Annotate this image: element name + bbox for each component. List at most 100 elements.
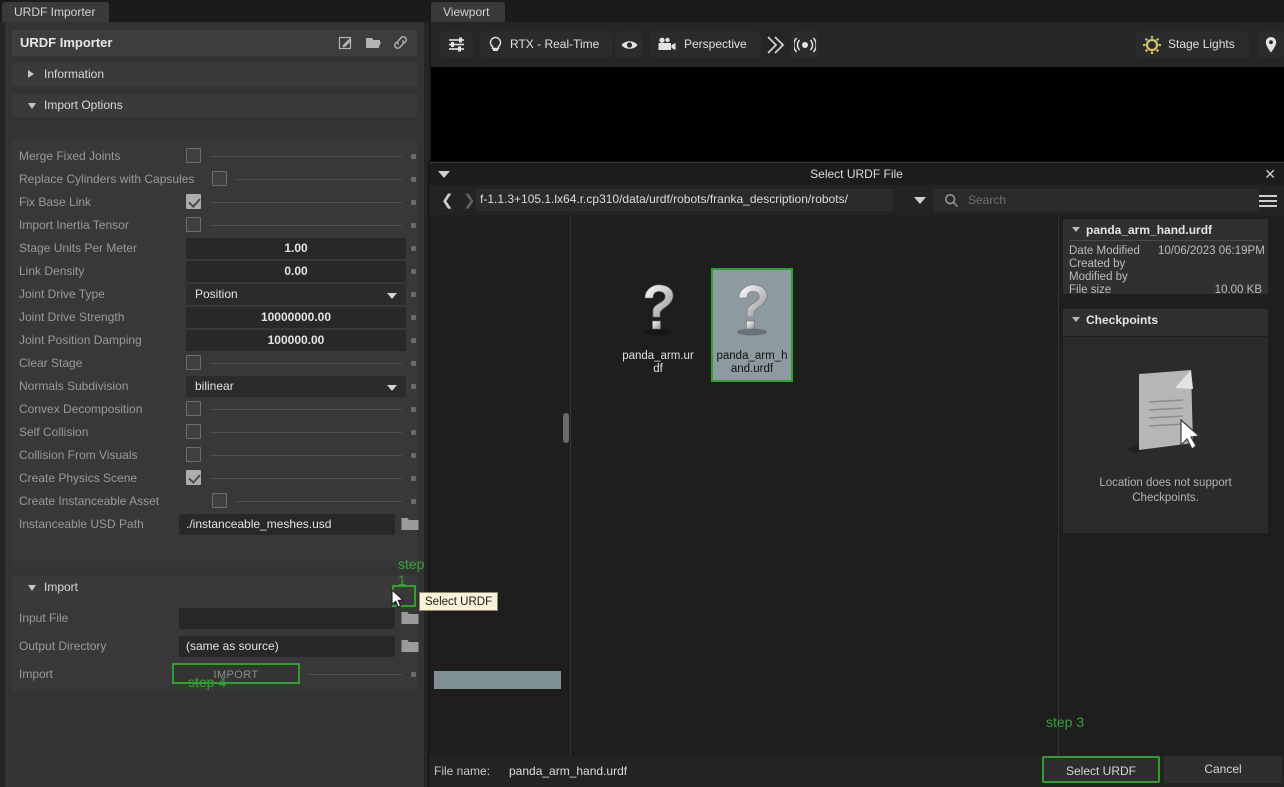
- option-checkbox[interactable]: [186, 355, 201, 370]
- path-dropdown-caret-icon[interactable]: [914, 197, 926, 204]
- option-checkbox[interactable]: [186, 194, 201, 209]
- option-reset-dot[interactable]: [411, 246, 416, 251]
- file-item[interactable]: panda_arm.urdf: [619, 270, 697, 380]
- option-dropdown[interactable]: Position: [186, 284, 406, 305]
- option-checkbox[interactable]: [186, 470, 201, 485]
- option-checkbox[interactable]: [212, 493, 227, 508]
- file-item-inner[interactable]: panda_arm_hand.urdf: [711, 268, 793, 382]
- file-info-card: panda_arm_hand.urdf Date Modified 10/06/…: [1063, 219, 1268, 296]
- double-chevron-icon[interactable]: [764, 34, 786, 61]
- option-reset-dot[interactable]: [411, 338, 416, 343]
- sidebar-selected-item[interactable]: [434, 671, 561, 689]
- link-icon[interactable]: [392, 34, 409, 51]
- option-checkbox[interactable]: [212, 171, 227, 186]
- option-path-browse-button[interactable]: [401, 516, 419, 532]
- file-item[interactable]: panda_arm_hand.urdf: [711, 268, 793, 382]
- tooltip: Select URDF: [419, 592, 499, 611]
- option-checkbox[interactable]: [186, 148, 201, 163]
- unknown-file-icon: [713, 272, 791, 350]
- path-input[interactable]: f-1.1.3+105.1.lx64.r.cp310/data/urdf/rob…: [476, 189, 894, 211]
- dialog-sidebar[interactable]: [432, 215, 571, 755]
- option-reset-dot[interactable]: [411, 200, 416, 205]
- option-reset-dot[interactable]: [411, 499, 416, 504]
- viewport-settings-button[interactable]: [440, 31, 473, 58]
- option-reset-dot[interactable]: [411, 384, 416, 389]
- chevron-left-icon[interactable]: ❮: [441, 193, 454, 208]
- option-label: Stage Units Per Meter: [19, 241, 138, 255]
- option-reset-dot[interactable]: [411, 223, 416, 228]
- step4-label: step 4: [188, 674, 227, 690]
- hamburger-icon[interactable]: [1259, 195, 1277, 208]
- option-track: [236, 501, 402, 502]
- section-import-options[interactable]: Import Options: [12, 94, 417, 117]
- option-row: Clear Stage: [12, 352, 417, 375]
- option-number-field[interactable]: 0.00: [186, 261, 406, 282]
- checkpoints-header[interactable]: Checkpoints: [1063, 309, 1268, 330]
- select-urdf-button[interactable]: Select URDF: [1042, 756, 1160, 783]
- option-label: Clear Stage: [19, 356, 83, 370]
- option-reset-dot[interactable]: [411, 154, 416, 159]
- option-reset-dot[interactable]: [411, 361, 416, 366]
- file-item-label: panda_arm_hand.urdf: [716, 350, 788, 375]
- option-path-field[interactable]: ./instanceable_meshes.usd: [179, 514, 395, 535]
- chevron-down-icon: [28, 103, 36, 109]
- option-reset-dot[interactable]: [411, 430, 416, 435]
- visibility-button[interactable]: [615, 31, 643, 58]
- file-item-inner[interactable]: panda_arm.urdf: [619, 270, 697, 380]
- detail-label: File size: [1069, 284, 1112, 296]
- option-label: Joint Position Damping: [19, 333, 142, 347]
- search-input[interactable]: Search: [934, 189, 1259, 212]
- option-checkbox[interactable]: [186, 217, 201, 232]
- section-import-label: Import: [44, 580, 79, 594]
- option-dropdown[interactable]: bilinear: [186, 376, 406, 397]
- section-import[interactable]: Import: [12, 576, 417, 599]
- open-folder-icon[interactable]: [365, 34, 382, 51]
- location-pin-button[interactable]: [1257, 31, 1284, 58]
- option-checkbox[interactable]: [186, 424, 201, 439]
- checkpoints-title: Checkpoints: [1086, 313, 1159, 327]
- output-directory-field[interactable]: (same as source): [179, 636, 395, 657]
- option-reset-dot[interactable]: [411, 453, 416, 458]
- location-pin-icon: [1264, 36, 1278, 54]
- option-reset-dot[interactable]: [411, 315, 416, 320]
- option-reset-dot[interactable]: [411, 177, 416, 182]
- option-checkbox[interactable]: [186, 447, 201, 462]
- option-row: Convex Decomposition: [12, 398, 417, 421]
- option-checkbox[interactable]: [186, 401, 201, 416]
- tab-urdf-importer[interactable]: URDF Importer: [2, 2, 110, 22]
- edit-icon[interactable]: [338, 34, 355, 51]
- camera-button[interactable]: Perspective: [650, 31, 761, 58]
- output-directory-browse-button[interactable]: [401, 638, 419, 654]
- renderer-label: RTX - Real-Time: [510, 37, 600, 51]
- option-reset-dot[interactable]: [411, 476, 416, 481]
- viewport-tabbar: Viewport: [429, 0, 1284, 22]
- section-information[interactable]: Information: [12, 63, 417, 86]
- input-file-field[interactable]: [179, 608, 395, 629]
- checkpoints-header-card[interactable]: Checkpoints: [1063, 309, 1268, 336]
- import-reset-dot[interactable]: [411, 672, 416, 677]
- audio-button[interactable]: [791, 31, 819, 58]
- option-track: [210, 363, 402, 364]
- file-grid[interactable]: step 2 panda_arm.urdfpanda_arm_han: [572, 215, 1139, 755]
- cancel-button[interactable]: Cancel: [1164, 756, 1282, 783]
- dialog-title-bar[interactable]: Select URDF File ✕: [429, 163, 1284, 185]
- option-reset-dot[interactable]: [411, 269, 416, 274]
- option-number-field[interactable]: 100000.00: [186, 330, 406, 351]
- option-label: Replace Cylinders with Capsules: [19, 172, 195, 186]
- left-tabbar: URDF Importer: [0, 0, 429, 22]
- option-number-field[interactable]: 10000000.00: [186, 307, 406, 328]
- option-track: [210, 478, 402, 479]
- option-number-field[interactable]: 1.00: [186, 238, 406, 259]
- file-info-header[interactable]: panda_arm_hand.urdf: [1063, 219, 1268, 240]
- checkpoints-empty-line1: Location does not support: [1099, 477, 1232, 489]
- tab-viewport[interactable]: Viewport: [431, 2, 506, 22]
- sun-icon: [1136, 35, 1168, 55]
- close-icon[interactable]: ✕: [1264, 166, 1276, 182]
- option-reset-dot[interactable]: [411, 407, 416, 412]
- renderer-button[interactable]: RTX - Real-Time: [480, 31, 614, 58]
- chevron-right-icon[interactable]: ❯: [463, 193, 476, 208]
- filename-value[interactable]: panda_arm_hand.urdf: [509, 764, 627, 778]
- sidebar-scrollbar[interactable]: [563, 413, 569, 443]
- option-reset-dot[interactable]: [411, 292, 416, 297]
- stage-lights-button[interactable]: Stage Lights: [1136, 31, 1249, 58]
